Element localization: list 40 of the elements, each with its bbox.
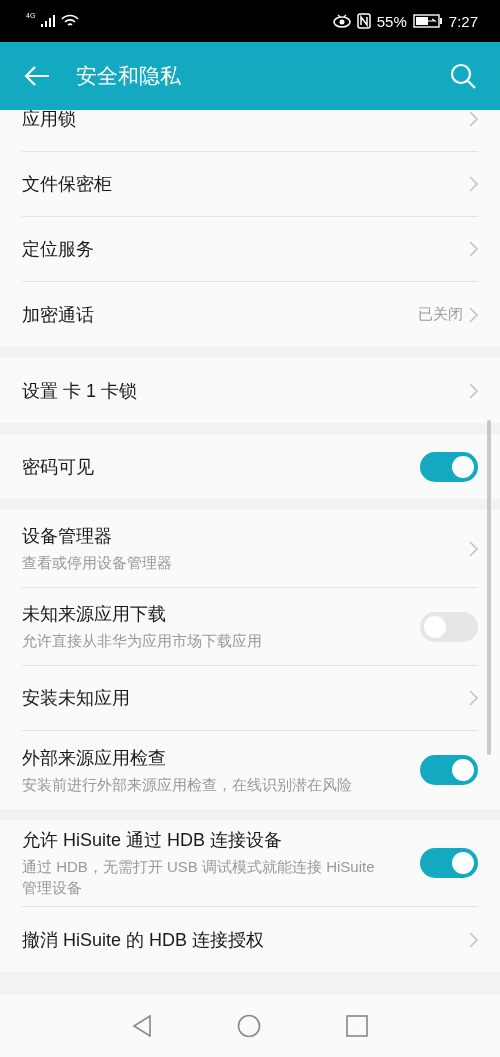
setting-title[interactable]: 文件保密柜 xyxy=(22,172,445,196)
chevron-icon xyxy=(469,241,478,257)
setting-title[interactable]: 外部来源应用检查 xyxy=(22,745,396,770)
clock: 7:27 xyxy=(448,12,478,30)
chevron-icon xyxy=(469,111,478,127)
toggle-switch[interactable] xyxy=(420,611,478,642)
setting-description: 查看或停用设备管理器 xyxy=(22,553,173,573)
page-title: 安全和隐私 xyxy=(76,63,182,89)
nfc-icon xyxy=(356,13,371,29)
chevron-icon xyxy=(469,931,478,948)
chevron-icon xyxy=(469,306,478,323)
chevron-icon xyxy=(469,690,478,706)
setting-title[interactable]: 加密通话 xyxy=(22,302,394,327)
search-icon[interactable] xyxy=(450,63,476,89)
status-value: 已关闭 xyxy=(418,305,463,324)
recents-nav-icon[interactable] xyxy=(345,1015,368,1037)
setting-title[interactable]: 安装未知应用 xyxy=(22,686,445,710)
setting-description: 安装前进行外部来源应用检查，在线识别潜在风险 xyxy=(22,774,353,795)
setting-title[interactable]: 撤消 HiSuite 的 HDB 连接授权 xyxy=(22,927,445,952)
setting-description: 允许直接从非华为应用市场下载应用 xyxy=(22,631,263,651)
setting-title[interactable]: 未知来源应用下载 xyxy=(22,602,396,626)
back-nav-icon[interactable] xyxy=(132,1015,153,1037)
back-icon[interactable] xyxy=(24,65,50,87)
chevron-icon xyxy=(469,382,478,399)
signal-icon xyxy=(41,15,56,27)
chevron-icon xyxy=(469,540,478,557)
toggle-switch[interactable] xyxy=(420,848,478,878)
toggle-switch[interactable] xyxy=(420,451,478,482)
setting-description: 通过 HDB，无需打开 USB 调试模式就能连接 HiSuite 管理设备 xyxy=(22,857,376,898)
battery-icon xyxy=(412,14,443,28)
home-nav-icon[interactable] xyxy=(237,1014,261,1038)
setting-title[interactable]: 允许 HiSuite 通过 HDB 连接设备 xyxy=(22,828,396,852)
chevron-icon xyxy=(469,176,478,192)
eye-icon xyxy=(332,14,351,28)
toggle-switch[interactable] xyxy=(420,755,478,785)
setting-title[interactable]: 应用锁 xyxy=(22,110,445,131)
setting-title[interactable]: 设备管理器 xyxy=(22,524,445,548)
wifi-icon xyxy=(61,14,80,28)
setting-title[interactable]: 定位服务 xyxy=(22,237,445,261)
battery-percent: 55% xyxy=(376,12,407,30)
